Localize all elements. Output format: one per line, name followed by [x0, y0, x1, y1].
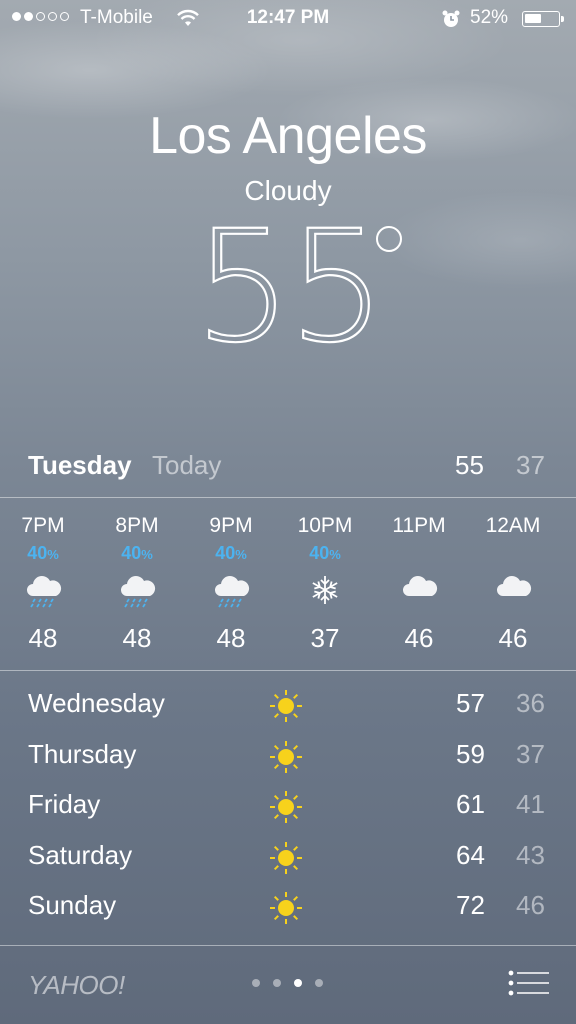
sun-icon [270, 841, 302, 874]
hour-icon-wrap [399, 570, 439, 610]
day-icon-wrap [266, 838, 308, 880]
today-summary: Tuesday Today 55 37 [0, 446, 576, 486]
hour-temperature: 48 [28, 623, 58, 653]
rain-cloud-icon [27, 576, 62, 608]
status-bar: T-Mobile 12:47 PM 52% [0, 0, 576, 40]
current-temperature-block: 55 [0, 198, 576, 377]
daily-row: Friday 61 41 [0, 785, 576, 835]
hour-temperature: 46 [404, 623, 434, 653]
rain-cloud-icon [215, 576, 250, 608]
precip-chance-value: 40 [215, 543, 236, 563]
cloud-icon [497, 576, 532, 596]
battery-percentage: 52% [470, 7, 509, 28]
day-icon-wrap [266, 686, 308, 728]
sun-icon [270, 892, 302, 924]
hour-temperature: 48 [122, 623, 152, 653]
today-day-name: Tuesday [28, 450, 132, 480]
hour-icon-wrap [117, 570, 157, 610]
hour-icon-wrap [211, 570, 251, 610]
battery-level-fill [525, 14, 541, 23]
day-low: 43 [516, 839, 545, 870]
day-low: 36 [516, 688, 545, 718]
daily-row: Saturday 64 43 [0, 836, 576, 886]
day-low: 41 [516, 789, 545, 819]
cloud-icon [403, 576, 438, 596]
precip-chance-value: 40 [309, 543, 330, 563]
today-low: 37 [516, 450, 545, 480]
sun-icon [270, 740, 302, 773]
page-dot[interactable] [294, 979, 302, 987]
day-name: Sunday [28, 890, 117, 920]
hour-icon-wrap [305, 570, 345, 610]
battery-icon [522, 11, 564, 27]
day-low: 37 [516, 738, 545, 769]
precip-chance-unit: % [235, 547, 247, 562]
day-icon-wrap [266, 888, 308, 930]
yahoo-logo[interactable]: YAHOO! [28, 970, 125, 1001]
hour-icon-wrap [23, 570, 63, 610]
hour-time: 9PM [209, 514, 253, 537]
hour-temperature: 37 [310, 623, 340, 653]
sun-icon [270, 791, 302, 823]
precip-chance-unit: % [141, 547, 153, 562]
current-temperature: 55 [193, 198, 387, 377]
today-label: Today [152, 450, 222, 480]
hourly-forecast[interactable]: 7PM 40% 48 8PM 40% 48 9PM 40% 48 10PM 40% 37 11PM 46 1… [0, 512, 576, 657]
page-dot[interactable] [273, 979, 281, 987]
daily-row: Wednesday 57 36 [0, 684, 576, 734]
day-low: 46 [516, 890, 545, 920]
precip-chance-value: 40 [121, 543, 142, 563]
hour-time: 8PM [115, 514, 159, 537]
hour-icon-wrap [493, 570, 533, 610]
alarm-icon [442, 10, 460, 27]
battery-tip [561, 16, 564, 22]
day-high: 61 [456, 789, 485, 819]
hour-time: 7PM [21, 514, 65, 537]
precip-chance-value: 40 [27, 543, 48, 563]
footer-toolbar: YAHOO! [0, 946, 576, 1024]
page-dot[interactable] [252, 979, 260, 987]
day-high: 57 [456, 688, 485, 718]
day-high: 72 [456, 890, 485, 920]
day-high: 59 [456, 738, 485, 769]
precip-chance-unit: % [329, 547, 341, 562]
precip-chance: 40% [92, 543, 182, 564]
precip-chance: 40% [280, 543, 370, 564]
page-dot[interactable] [315, 979, 323, 987]
degree-symbol [376, 226, 402, 252]
sun-icon [270, 690, 302, 722]
city-name: Los Angeles [149, 107, 427, 165]
day-name: Thursday [28, 738, 137, 769]
divider [0, 497, 576, 498]
hour-time: 10PM [297, 514, 353, 537]
day-icon-wrap [266, 737, 308, 779]
snowflake-icon [312, 576, 338, 604]
day-name: Friday [28, 789, 101, 819]
precip-chance: 40% [186, 543, 276, 564]
divider [0, 670, 576, 671]
day-name: Saturday [28, 839, 133, 870]
page-indicator[interactable] [252, 979, 323, 987]
today-high: 55 [455, 450, 484, 480]
hour-time: 12AM [485, 514, 541, 537]
day-icon-wrap [266, 787, 308, 829]
day-high: 64 [456, 839, 485, 870]
precip-chance-unit: % [47, 547, 59, 562]
daily-row: Thursday 59 37 [0, 735, 576, 785]
day-name: Wednesday [28, 688, 165, 718]
rain-cloud-icon [121, 576, 156, 608]
list-icon[interactable] [508, 970, 550, 996]
hour-temperature: 46 [498, 623, 528, 653]
precip-chance: 40% [0, 543, 88, 564]
daily-row: Sunday 72 46 [0, 886, 576, 936]
hour-time: 11PM [392, 514, 446, 537]
hour-temperature: 48 [216, 623, 246, 653]
